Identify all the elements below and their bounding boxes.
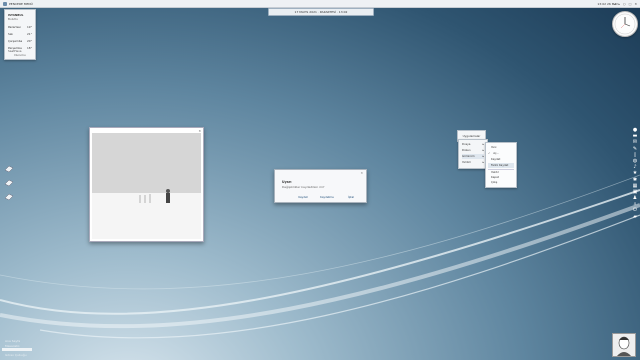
menu-item-view[interactable]: Görünüm ▸ — [462, 154, 484, 159]
forecast-row: Pazartesi 19° — [8, 25, 32, 29]
submenu-item[interactable]: Yeni — [488, 145, 514, 150]
star-icon[interactable]: ★ — [633, 171, 638, 176]
dialog-title: Uyarı — [282, 180, 292, 184]
cancel-button[interactable]: İptal — [341, 195, 361, 199]
save-button[interactable]: Kaydet — [293, 195, 313, 199]
submenu-item[interactable]: Çıkış — [488, 180, 514, 185]
menu-item-edit[interactable]: Düzen ▸ — [462, 148, 484, 153]
top-bar: PENCERE MENÜ 13:02 26 MAY ◂ ▸ ○ □ ✕ — [0, 0, 640, 8]
forecast-row: Çarşamba 20° — [8, 39, 32, 43]
analog-clock-widget[interactable] — [612, 11, 638, 37]
weather-condition: Bulutlu — [8, 17, 18, 21]
user-avatar[interactable] — [612, 333, 636, 357]
bottom-label[interactable]: Ana Sayfa — [5, 339, 20, 343]
forecast-row: Salı 21° — [8, 32, 32, 36]
alert-dialog: ✕ Uyarı Değişiklikler kaydedilsin mi? Ka… — [274, 169, 367, 203]
desktop-drive-icon[interactable] — [4, 172, 14, 187]
power-icon[interactable]: ⏻ — [633, 208, 638, 213]
submenu-item[interactable]: Farklı Kaydet — [488, 163, 514, 168]
calendar-icon[interactable]: ▦ — [633, 183, 638, 189]
close-icon[interactable]: ✕ — [360, 171, 363, 175]
input-bar[interactable] — [2, 348, 32, 351]
portrait-image — [613, 334, 635, 356]
close-icon[interactable]: ✕ — [634, 2, 637, 6]
clock-face-icon — [614, 13, 636, 35]
gear-icon[interactable]: ✱ — [633, 177, 638, 183]
bottom-left-panel: Ana Sayfa Masaüstü Görev Çubuğu — [2, 338, 48, 358]
main-menu: Dosya ▸ Düzen ▸ Görünüm ▸ Yardım ▸ — [458, 139, 488, 169]
trash-icon[interactable]: ▯ — [633, 152, 638, 158]
right-dock: ● ▬ ✉ ✎ ▯ ◍ ♪ ★ ✱ ▦ ▣ ♟ ⌕ ⏻ ▰ — [631, 128, 639, 220]
bottom-label[interactable]: Görev Çubuğu — [5, 353, 27, 357]
photo-viewer-window[interactable]: ✕ — [89, 127, 204, 242]
desktop-drive-icon[interactable] — [4, 158, 14, 173]
photo-image — [92, 133, 201, 239]
app-menu-icon[interactable] — [3, 1, 7, 6]
submenu-item[interactable]: ✓ Aç... — [488, 151, 514, 156]
prev-icon[interactable]: ◂ — [614, 2, 616, 6]
dialog-message: Değişiklikler kaydedilsin mi? — [282, 185, 325, 189]
next-icon[interactable]: ▸ — [619, 2, 621, 6]
mail-icon[interactable]: ✉ — [633, 140, 638, 145]
menu-item-file[interactable]: Dosya ▸ — [462, 142, 484, 147]
menu-item-help[interactable]: Yardım ▸ — [462, 160, 484, 165]
pen-icon[interactable]: ✎ — [633, 146, 638, 152]
maximize-icon[interactable]: □ — [629, 2, 632, 6]
submenu: Yeni ✓ Aç... Kaydet Farklı Kaydet Yazdır … — [485, 142, 517, 188]
minimize-icon[interactable]: ○ — [623, 2, 626, 6]
date-plate: 17 MAYIS 2021 · PAZARTESİ · 13:02 — [268, 8, 374, 16]
window-controls: ◂ ▸ ○ □ ✕ — [614, 2, 637, 6]
dont-save-button[interactable]: Kaydetme — [317, 195, 337, 199]
desktop-drive-icon[interactable] — [4, 186, 14, 201]
app-title[interactable]: PENCERE MENÜ — [9, 2, 33, 6]
submenu-item[interactable]: Kaydet — [488, 157, 514, 162]
weather-widget[interactable]: ISTANBUL Bulutlu Pazartesi 19° Salı 21° Ça… — [4, 9, 36, 60]
weather-footer: Saat Hava Durumu — [8, 49, 26, 57]
folder-icon[interactable]: ▰ — [633, 214, 638, 220]
